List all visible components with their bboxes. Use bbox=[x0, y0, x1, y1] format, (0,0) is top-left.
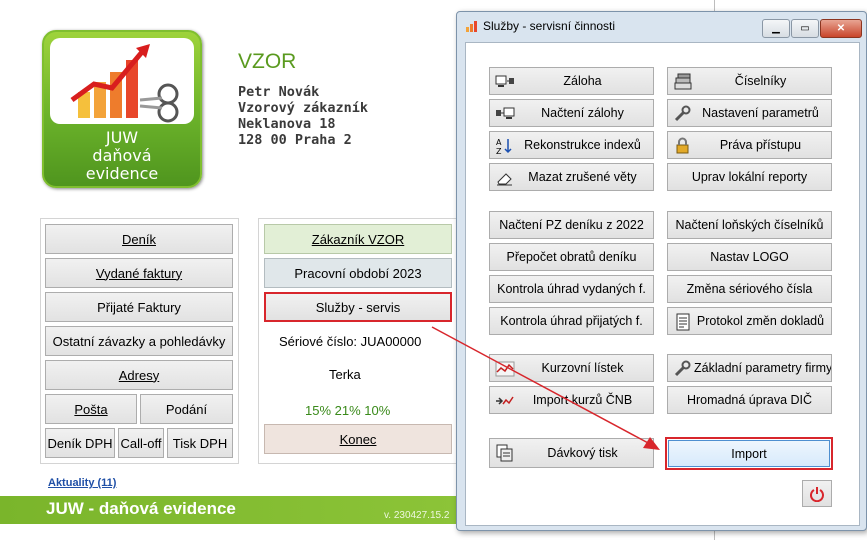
logo-text-3: evidence bbox=[85, 164, 159, 183]
company-name: VZOR bbox=[238, 50, 297, 73]
ostatni-zavazky-button[interactable]: Ostatní závazky a pohledávky bbox=[45, 326, 233, 356]
vat-rates: 15% 21% 10% bbox=[305, 403, 391, 418]
mazat-zrusene-button[interactable]: Mazat zrušené věty bbox=[489, 163, 654, 191]
books-icon bbox=[674, 73, 692, 90]
zakladni-parametry-button[interactable]: Základní parametry firmy bbox=[667, 354, 832, 382]
logo-text-2: daňová bbox=[92, 146, 152, 165]
denik-dph-button[interactable]: Deník DPH bbox=[45, 428, 115, 458]
minimize-button[interactable]: ▁ bbox=[762, 19, 790, 38]
sluzby-servis-button[interactable]: Služby - servis bbox=[264, 292, 452, 322]
zakaznik-button[interactable]: Zákazník VZOR bbox=[264, 224, 452, 254]
calloff-button[interactable]: Call-off bbox=[118, 428, 164, 458]
nastaveni-parametru-label: Nastavení parametrů bbox=[702, 106, 819, 120]
kurzovni-listek-button[interactable]: Kurzovní lístek bbox=[489, 354, 654, 382]
zmena-serioveho-cisla-button[interactable]: Změna sériového čísla bbox=[667, 275, 832, 303]
svg-text:Z: Z bbox=[496, 147, 502, 155]
import-chart-icon bbox=[496, 396, 514, 405]
restore-computer-icon bbox=[496, 107, 515, 119]
nacteni-zalohy-label: Načtení zálohy bbox=[541, 106, 624, 120]
address-line: Vzorový zákazník bbox=[238, 100, 369, 116]
services-dialog: Služby - servisní činnosti ▁ ▭ ✕ Záloha … bbox=[456, 11, 867, 531]
app-chart-icon bbox=[466, 21, 477, 32]
close-button[interactable]: ✕ bbox=[820, 19, 862, 38]
serial-number: Sériové číslo: JUA00000 bbox=[279, 334, 422, 349]
footer-title: JUW - daňová evidence bbox=[46, 499, 236, 518]
protokol-zmen-label: Protokol změn dokladů bbox=[696, 314, 825, 328]
hromadna-uprava-dic-button[interactable]: Hromadná úprava DIČ bbox=[667, 386, 832, 414]
logo-text-1: JUW bbox=[105, 128, 139, 147]
pracovni-obdobi-button[interactable]: Pracovní období 2023 bbox=[264, 258, 452, 288]
lock-icon bbox=[676, 137, 689, 154]
import-kurzu-label: Import kurzů ČNB bbox=[532, 393, 633, 407]
prava-pristupu-button[interactable]: Práva přístupu bbox=[667, 131, 832, 159]
kontrola-prijatych-button[interactable]: Kontrola úhrad přijatých f. bbox=[489, 307, 654, 335]
tisk-dph-button[interactable]: Tisk DPH bbox=[167, 428, 233, 458]
prava-pristupu-label: Práva přístupu bbox=[719, 138, 802, 152]
dialog-titlebar[interactable]: Služby - servisní činnosti ▁ ▭ ✕ bbox=[457, 12, 866, 38]
dialog-title: Služby - servisní činnosti bbox=[483, 19, 616, 33]
user-name: Terka bbox=[329, 367, 361, 382]
prepocet-obratu-button[interactable]: Přepočet obratů deníku bbox=[489, 243, 654, 271]
konec-button[interactable]: Konec bbox=[264, 424, 452, 454]
import-kurzu-button[interactable]: Import kurzů ČNB bbox=[489, 386, 654, 414]
nacteni-pz-button[interactable]: Načtení PZ deníku z 2022 bbox=[489, 211, 654, 239]
close-icon: ✕ bbox=[836, 23, 846, 34]
adresy-button[interactable]: Adresy bbox=[45, 360, 233, 390]
sort-az-icon: AZ bbox=[496, 138, 512, 155]
zaloha-button[interactable]: Záloha bbox=[489, 67, 654, 95]
ciselniky-label: Číselníky bbox=[734, 74, 787, 88]
address-line: Neklanova 18 bbox=[238, 116, 336, 132]
uprav-reporty-button[interactable]: Uprav lokální reporty bbox=[667, 163, 832, 191]
wrench-icon bbox=[674, 105, 691, 122]
prijate-faktury-button[interactable]: Přijaté Faktury bbox=[45, 292, 233, 322]
logo-chart-icon bbox=[50, 38, 194, 124]
denik-button[interactable]: Deník bbox=[45, 224, 233, 254]
backup-computer-icon bbox=[495, 75, 514, 87]
podani-button[interactable]: Podání bbox=[140, 394, 233, 424]
power-button[interactable] bbox=[802, 480, 832, 507]
print-batch-icon bbox=[496, 444, 513, 462]
nacteni-lonskych-button[interactable]: Načtení loňských číselníků bbox=[667, 211, 832, 239]
app-logo: JUW daňová evidence bbox=[42, 30, 202, 188]
dialog-client-area: Záloha Číselníky Načtení zálohy Nastaven… bbox=[465, 42, 860, 526]
mazat-zrusene-label: Mazat zrušené věty bbox=[528, 170, 637, 184]
power-icon bbox=[810, 486, 824, 502]
aktuality-link[interactable]: Aktuality (11) bbox=[48, 477, 116, 489]
document-list-icon bbox=[676, 313, 690, 331]
kontrola-vydanych-button[interactable]: Kontrola úhrad vydaných f. bbox=[489, 275, 654, 303]
address-line: 128 00 Praha 2 bbox=[238, 132, 352, 148]
posta-button[interactable]: Pošta bbox=[45, 394, 137, 424]
svg-text:A: A bbox=[496, 138, 502, 147]
import-button[interactable]: Import bbox=[668, 440, 830, 467]
nastav-logo-button[interactable]: Nastav LOGO bbox=[667, 243, 832, 271]
version-label: v. 230427.15.2 bbox=[384, 510, 450, 521]
company-address: Petr Novák Vzorový zákazník Neklanova 18… bbox=[238, 84, 368, 148]
ciselniky-button[interactable]: Číselníky bbox=[667, 67, 832, 95]
zaloha-label: Záloha bbox=[563, 74, 602, 88]
protokol-zmen-button[interactable]: Protokol změn dokladů bbox=[667, 307, 832, 335]
exchange-chart-icon bbox=[495, 361, 515, 377]
vydane-faktury-button[interactable]: Vydané faktury bbox=[45, 258, 233, 288]
zakladni-parametry-label: Základní parametry firmy bbox=[694, 361, 832, 375]
rekonstrukce-indexu-button[interactable]: AZ Rekonstrukce indexů bbox=[489, 131, 654, 159]
maximize-button[interactable]: ▭ bbox=[791, 19, 819, 38]
rekonstrukce-indexu-label: Rekonstrukce indexů bbox=[524, 138, 641, 152]
nastaveni-parametru-button[interactable]: Nastavení parametrů bbox=[667, 99, 832, 127]
minimize-icon: ▁ bbox=[772, 23, 780, 34]
kurzovni-listek-label: Kurzovní lístek bbox=[541, 361, 624, 375]
wrench-icon bbox=[674, 360, 691, 377]
address-line: Petr Novák bbox=[238, 84, 320, 100]
davkovy-tisk-button[interactable]: Dávkový tisk bbox=[489, 438, 654, 468]
eraser-icon bbox=[497, 173, 512, 186]
nacteni-zalohy-button[interactable]: Načtení zálohy bbox=[489, 99, 654, 127]
davkovy-tisk-label: Dávkový tisk bbox=[547, 446, 618, 460]
maximize-icon: ▭ bbox=[800, 23, 810, 34]
